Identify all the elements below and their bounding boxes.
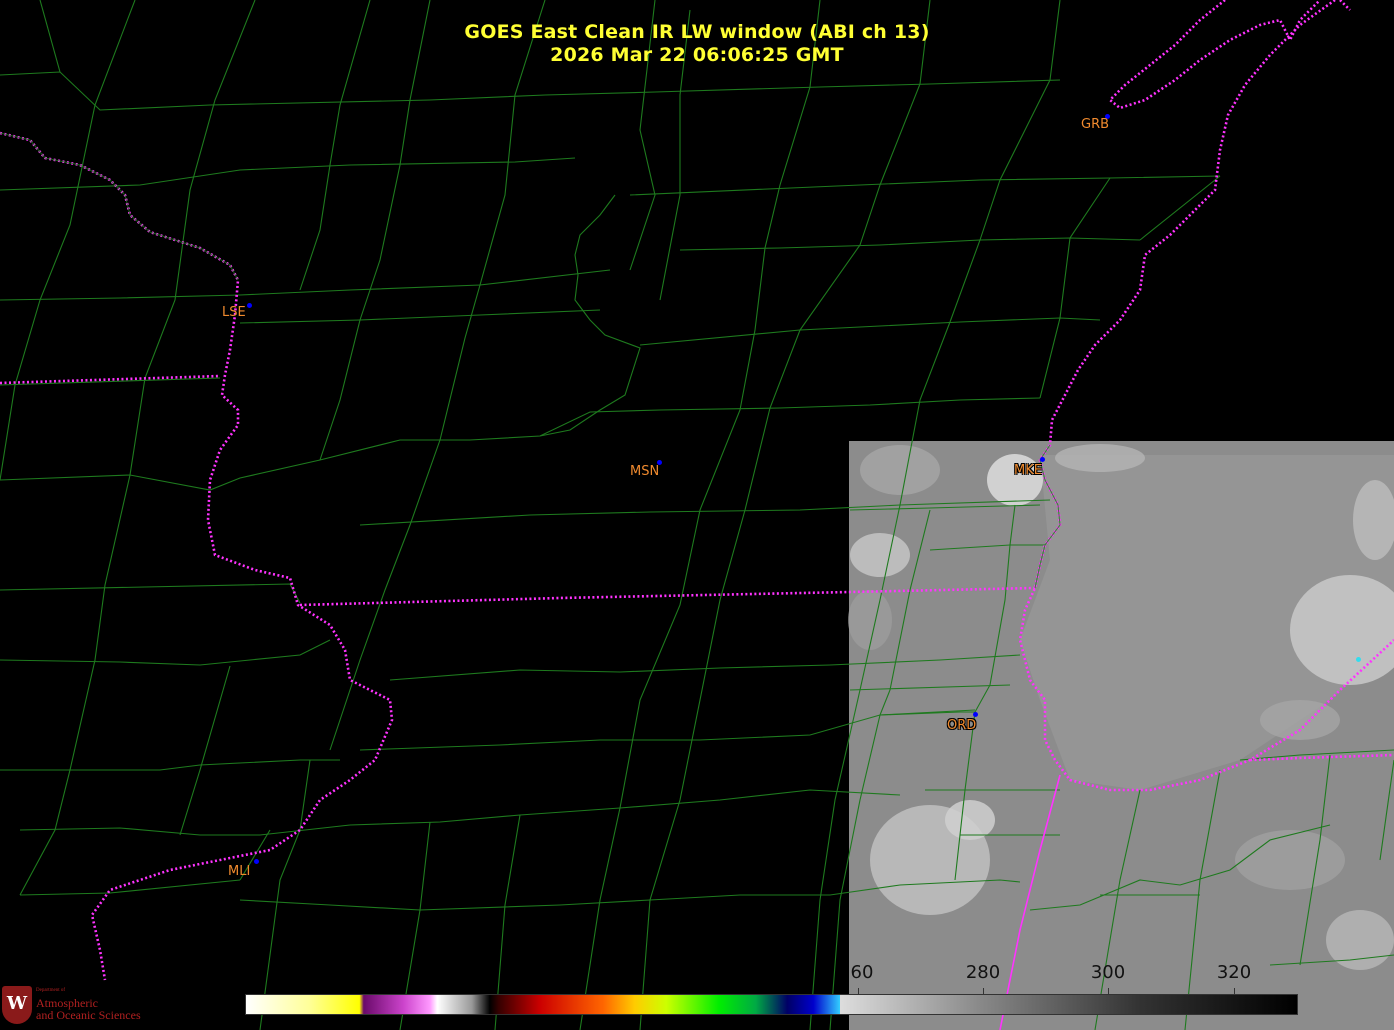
- satellite-map: [0, 0, 1394, 1030]
- uw-seal-icon: W: [2, 986, 32, 1024]
- station-dot-mke: [1040, 457, 1045, 462]
- city-label-mke: MKE: [1014, 463, 1042, 478]
- colorbar-tick-320: 320: [1216, 962, 1252, 983]
- station-dot-mli: [254, 859, 259, 864]
- city-label-grb: GRB: [1081, 117, 1110, 132]
- image-timestamp: 2026 Mar 22 06:06:25 GMT: [550, 44, 844, 66]
- city-label-msn: MSN: [630, 464, 660, 479]
- logo-department: Department of: [36, 988, 66, 993]
- logo-line2: and Oceanic Sciences: [36, 1008, 141, 1022]
- marker-dot-lake: [1356, 657, 1361, 662]
- ir-imagery-panel: [848, 441, 1394, 1030]
- station-dot-ord: [973, 712, 978, 717]
- colorbar-tick-300: 300: [1090, 962, 1126, 983]
- station-dot-lse: [247, 303, 252, 308]
- city-label-lse: LSE: [222, 305, 246, 320]
- aos-logo: W Department of Atmospheric and Oceanic …: [2, 986, 162, 1026]
- image-title: GOES East Clean IR LW window (ABI ch 13): [464, 21, 930, 43]
- city-label-mli: MLI: [228, 864, 251, 879]
- city-label-ord: ORD: [947, 718, 977, 733]
- colorbar-tick-280: 280: [965, 962, 1001, 983]
- temperature-colorbar: [245, 994, 1298, 1015]
- colorbar-tick-260: 60: [850, 962, 874, 983]
